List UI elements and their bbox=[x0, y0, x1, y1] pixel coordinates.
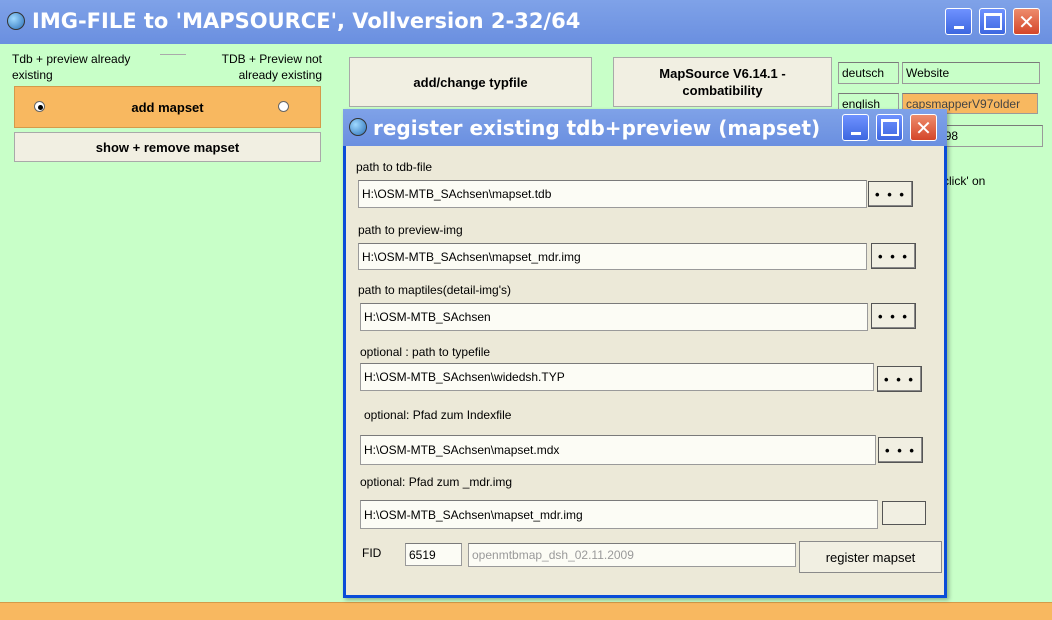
preview-path-label: path to preview-img bbox=[358, 223, 463, 237]
dialog-close-button[interactable]: ✕ bbox=[910, 114, 937, 141]
label-divider bbox=[160, 54, 186, 55]
website-link[interactable]: Website bbox=[902, 62, 1040, 84]
tdb-path-label: path to tdb-file bbox=[356, 160, 433, 174]
lang-deutsch-field[interactable]: deutsch bbox=[838, 62, 899, 84]
radio-tdb-existing[interactable] bbox=[34, 101, 45, 112]
tdb-path-input[interactable]: H:\OSM-MTB_SAchsen\mapset.tdb bbox=[358, 180, 867, 208]
dialog-minimize-button[interactable] bbox=[842, 114, 869, 141]
mdr-path-label: optional: Pfad zum _mdr.img bbox=[360, 475, 513, 489]
minimize-icon bbox=[953, 26, 964, 29]
close-button[interactable]: ✕ bbox=[1013, 8, 1040, 35]
fid-input[interactable]: 6519 bbox=[405, 543, 462, 566]
main-window-title: IMG-FILE to 'MAPSOURCE', Vollversion 2-3… bbox=[32, 9, 581, 33]
dialog-title: register existing tdb+preview (mapset) bbox=[373, 116, 821, 140]
hint-text: click' on bbox=[943, 174, 986, 188]
typefile-browse-button[interactable]: • • • bbox=[877, 366, 922, 392]
maximize-icon bbox=[880, 119, 899, 136]
close-icon: ✕ bbox=[915, 115, 932, 140]
add-mapset-label: add mapset bbox=[131, 99, 204, 115]
maptiles-browse-button[interactable]: • • • bbox=[871, 303, 916, 329]
indexfile-path-label: optional: Pfad zum Indexfile bbox=[364, 408, 512, 422]
indexfile-path-input[interactable]: H:\OSM-MTB_SAchsen\mapset.mdx bbox=[360, 435, 876, 465]
typefile-path-label: optional : path to typefile bbox=[360, 345, 491, 359]
maptiles-path-input[interactable]: H:\OSM-MTB_SAchsen bbox=[360, 303, 868, 331]
dialog-globe-icon bbox=[349, 118, 367, 136]
tdb-browse-button[interactable]: • • • bbox=[868, 181, 913, 207]
show-remove-mapset-button[interactable]: show + remove mapset bbox=[14, 132, 321, 162]
label-tdb-existing: Tdb + preview already existing bbox=[12, 52, 131, 82]
indexfile-browse-button[interactable]: • • • bbox=[878, 437, 923, 463]
mdr-path-input[interactable]: H:\OSM-MTB_SAchsen\mapset_mdr.img bbox=[360, 500, 878, 529]
preview-path-input[interactable]: H:\OSM-MTB_SAchsen\mapset_mdr.img bbox=[358, 243, 867, 270]
mapsource-compat-button[interactable]: MapSource V6.14.1 -combatibility bbox=[613, 57, 832, 107]
mapname-input[interactable]: openmtbmap_dsh_02.11.2009 bbox=[468, 543, 796, 567]
preview-browse-button[interactable]: • • • bbox=[871, 243, 916, 269]
maptiles-path-label: path to maptiles(detail-img's) bbox=[358, 283, 512, 297]
add-change-typfile-button[interactable]: add/change typfile bbox=[349, 57, 592, 107]
register-mapset-dialog: register existing tdb+preview (mapset) ✕… bbox=[343, 109, 947, 598]
main-title-bar[interactable]: IMG-FILE to 'MAPSOURCE', Vollversion 2-3… bbox=[0, 0, 1052, 44]
radio-tdb-not-existing[interactable] bbox=[278, 101, 289, 112]
maximize-button[interactable] bbox=[979, 8, 1006, 35]
app-globe-icon bbox=[7, 12, 25, 30]
minimize-button[interactable] bbox=[945, 8, 972, 35]
typefile-path-input[interactable]: H:\OSM-MTB_SAchsen\widedsh.TYP bbox=[360, 363, 874, 391]
close-icon: ✕ bbox=[1018, 9, 1035, 34]
label-tdb-not-existing: TDB + Preview not already existing bbox=[221, 52, 322, 82]
register-mapset-button[interactable]: register mapset bbox=[799, 541, 942, 573]
dialog-title-bar[interactable]: register existing tdb+preview (mapset) ✕ bbox=[343, 109, 947, 146]
fid-label: FID bbox=[362, 546, 382, 560]
mdr-browse-button[interactable] bbox=[882, 501, 926, 525]
status-strip bbox=[0, 602, 1052, 620]
maximize-icon bbox=[983, 13, 1002, 30]
minimize-icon bbox=[850, 132, 861, 135]
add-mapset-button[interactable]: add mapset bbox=[14, 86, 321, 128]
dialog-maximize-button[interactable] bbox=[876, 114, 903, 141]
